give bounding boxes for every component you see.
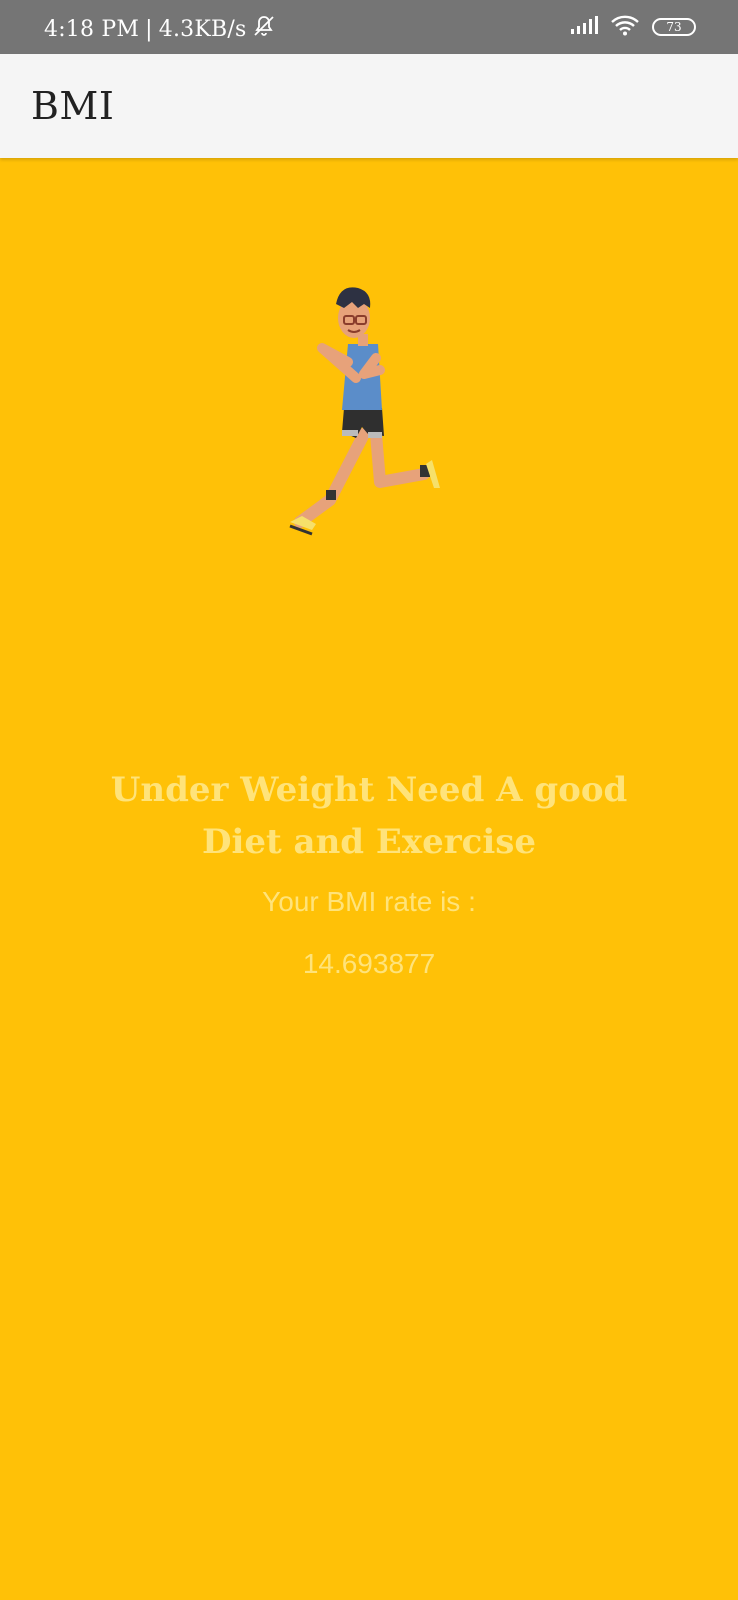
battery-icon: 73: [652, 18, 696, 36]
app-bar: BMI: [0, 54, 738, 158]
battery-level: 73: [666, 20, 682, 34]
status-left: 4:18 PM | 4.3KB/s: [44, 14, 276, 44]
wifi-icon: [610, 14, 640, 40]
app-title: BMI: [31, 84, 115, 128]
status-time: 4:18 PM: [44, 16, 140, 42]
signal-icon: [570, 15, 598, 39]
network-speed: 4.3KB/s: [158, 16, 247, 42]
bmi-rate-label: Your BMI rate is :: [262, 886, 476, 917]
status-right: 73: [570, 14, 696, 40]
status-bar: 4:18 PM | 4.3KB/s 73: [0, 0, 738, 54]
bell-off-icon: [252, 14, 276, 44]
status-separator: |: [145, 16, 153, 42]
result-message: Under Weight Need A good Diet and Exerci…: [110, 770, 628, 862]
bmi-rate-value: 14.693877: [302, 948, 436, 979]
running-man-illustration: [272, 282, 472, 552]
